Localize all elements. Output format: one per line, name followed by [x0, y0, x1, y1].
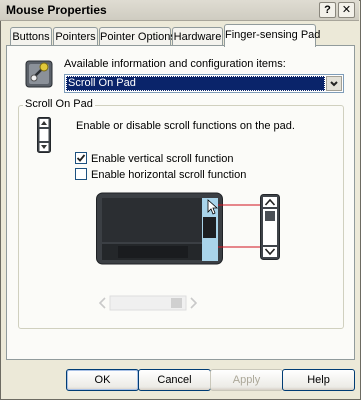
vertical-scroll-label[interactable]: Enable vertical scroll function — [91, 153, 233, 165]
vertical-scroll-checkbox[interactable] — [75, 152, 87, 164]
horizontal-scroll-label[interactable]: Enable horizontal scroll function — [91, 169, 246, 181]
items-dropdown-value: Scroll On Pad — [66, 76, 325, 91]
vertical-scroll-icon — [37, 117, 51, 153]
items-dropdown[interactable]: Scroll On Pad — [64, 74, 344, 93]
touchpad-illustration — [96, 192, 286, 270]
vertical-scrollbar-illustration — [260, 194, 280, 260]
group-title: Scroll On Pad — [23, 98, 95, 110]
cancel-button[interactable]: Cancel — [138, 369, 211, 391]
horizontal-scroll-checkbox[interactable] — [75, 168, 87, 180]
help-title-button[interactable]: ? — [319, 2, 336, 18]
help-button[interactable]: Help — [282, 369, 355, 391]
items-label: Available information and configuration … — [64, 58, 286, 70]
tab-buttons[interactable]: Buttons — [10, 27, 52, 46]
scroll-description: Enable or disable scroll functions on th… — [76, 120, 295, 132]
chevron-down-icon[interactable] — [326, 76, 342, 91]
tab-pointer-options[interactable]: Pointer Options — [99, 27, 176, 46]
touchpad-settings-icon — [23, 58, 55, 90]
title-bar[interactable]: Mouse Properties ? ✕ — [0, 0, 359, 21]
close-title-button[interactable]: ✕ — [338, 2, 355, 18]
window-title: Mouse Properties — [6, 3, 107, 17]
ok-button[interactable]: OK — [66, 369, 139, 391]
tab-pointers[interactable]: Pointers — [53, 27, 98, 46]
horizontal-scrollbar-illustration — [98, 294, 198, 312]
apply-button[interactable]: Apply — [210, 369, 283, 391]
tab-finger-sensing-pad[interactable]: Finger-sensing Pad — [224, 24, 320, 47]
tab-hardware[interactable]: Hardware — [172, 27, 223, 46]
